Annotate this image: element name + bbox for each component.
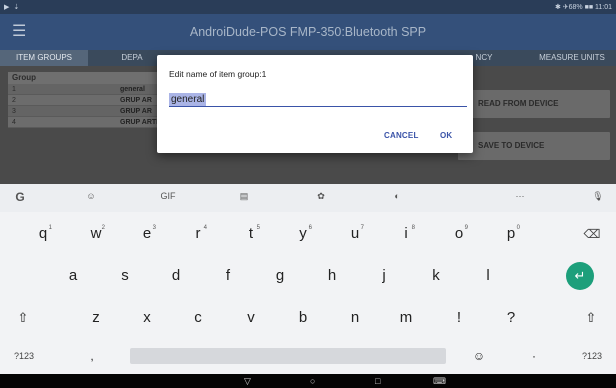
group-name-value[interactable]: general — [169, 93, 207, 106]
mic-icon[interactable]: 🎙 — [588, 191, 608, 202]
key-y[interactable]: y6 — [288, 219, 318, 249]
more-icon[interactable]: ··· — [510, 191, 530, 201]
key-period[interactable]: · — [524, 341, 544, 371]
key-v[interactable]: v — [236, 303, 266, 333]
shift-left-icon[interactable]: ⇧ — [8, 303, 38, 333]
google-icon[interactable]: G — [10, 190, 30, 204]
key-i[interactable]: i8 — [391, 219, 421, 249]
symbols-key[interactable]: ?123 — [4, 341, 44, 371]
key-exclamation[interactable]: ! — [444, 303, 474, 333]
status-bar: ▶ ⇣ ✱ ✈68% ■■ 11:01 — [0, 0, 616, 14]
key-q[interactable]: q1 — [28, 219, 58, 249]
home-icon[interactable]: ○ — [310, 374, 315, 388]
symbols-key-right[interactable]: ?123 — [572, 341, 612, 371]
settings-icon[interactable]: ✿ — [311, 191, 331, 202]
key-g[interactable]: g — [265, 261, 295, 291]
key-u[interactable]: u7 — [340, 219, 370, 249]
group-name-input[interactable]: general — [169, 89, 467, 107]
row-number: 1 — [12, 86, 16, 93]
tab-measure-units[interactable]: MEASURE UNITS — [528, 50, 616, 66]
key-row-2: a s d f g h j k l ↵ — [0, 261, 616, 297]
dialog-title: Edit name of item group:1 — [169, 69, 267, 79]
key-x[interactable]: x — [132, 303, 162, 333]
app-title: AndroiDude-POS FMP-350:Bluetooth SPP — [189, 25, 427, 39]
soft-keyboard: G ☺ GIF ▤ ✿ ◐ ··· 🎙 q1 w2 e3 r4 t5 y6 u7… — [0, 184, 616, 374]
key-comma[interactable]: , — [82, 341, 102, 371]
sticker-icon[interactable]: ☺ — [81, 191, 101, 201]
space-bar[interactable] — [130, 348, 446, 364]
download-icon: ⇣ — [13, 4, 20, 11]
key-z[interactable]: z — [81, 303, 111, 333]
status-info: ✱ ✈68% ■■ 11:01 — [554, 4, 612, 11]
key-w[interactable]: w2 — [81, 219, 111, 249]
key-s[interactable]: s — [110, 261, 140, 291]
key-r[interactable]: r4 — [183, 219, 213, 249]
key-m[interactable]: m — [391, 303, 421, 333]
key-p[interactable]: p0 — [496, 219, 526, 249]
ok-button[interactable]: OK — [440, 131, 452, 140]
enter-icon[interactable]: ↵ — [566, 262, 594, 290]
app-bar: ☰ AndroiDude-POS FMP-350:Bluetooth SPP — [0, 14, 616, 50]
key-t[interactable]: t5 — [236, 219, 266, 249]
key-b[interactable]: b — [288, 303, 318, 333]
key-o[interactable]: o9 — [444, 219, 474, 249]
backspace-icon[interactable]: ⌫ — [580, 219, 604, 249]
key-question[interactable]: ? — [496, 303, 526, 333]
key-h[interactable]: h — [317, 261, 347, 291]
key-j[interactable]: j — [369, 261, 399, 291]
row-number: 3 — [12, 108, 16, 115]
key-a[interactable]: a — [58, 261, 88, 291]
cancel-button[interactable]: CANCEL — [384, 131, 419, 140]
key-l[interactable]: l — [473, 261, 503, 291]
keyboard-toolbar: G ☺ GIF ▤ ✿ ◐ ··· 🎙 — [0, 184, 616, 212]
read-from-device-button[interactable]: READ FROM DEVICE — [458, 90, 610, 118]
key-f[interactable]: f — [213, 261, 243, 291]
key-row-3: ⇧ z x c v b n m ! ? ⇧ — [0, 303, 616, 339]
gif-icon[interactable]: GIF — [158, 191, 178, 201]
row-number: 2 — [12, 97, 16, 104]
key-row-4: ?123 , ☺ · ?123 — [0, 341, 616, 377]
theme-icon[interactable]: ◐ — [387, 191, 407, 201]
clipboard-icon[interactable]: ▤ — [234, 191, 254, 202]
key-row-1: q1 w2 e3 r4 t5 y6 u7 i8 o9 p0 ⌫ — [0, 219, 616, 255]
recents-icon[interactable]: □ — [375, 374, 380, 388]
key-k[interactable]: k — [421, 261, 451, 291]
nav-bar: ▽ ○ □ ⌨ — [0, 374, 616, 388]
emoji-icon[interactable]: ☺ — [467, 341, 491, 371]
key-c[interactable]: c — [183, 303, 213, 333]
tab-item-groups[interactable]: ITEM GROUPS — [0, 50, 88, 66]
shift-right-icon[interactable]: ⇧ — [576, 303, 606, 333]
key-n[interactable]: n — [340, 303, 370, 333]
keyboard-switch-icon[interactable]: ⌨ — [433, 374, 446, 388]
back-icon[interactable]: ▽ — [244, 374, 251, 388]
edit-group-dialog: Edit name of item group:1 general CANCEL… — [157, 55, 473, 153]
notification-icon: ▶ — [4, 4, 10, 11]
key-d[interactable]: d — [161, 261, 191, 291]
save-to-device-button[interactable]: SAVE TO DEVICE — [458, 132, 610, 160]
row-number: 4 — [12, 119, 16, 126]
key-e[interactable]: e3 — [132, 219, 162, 249]
